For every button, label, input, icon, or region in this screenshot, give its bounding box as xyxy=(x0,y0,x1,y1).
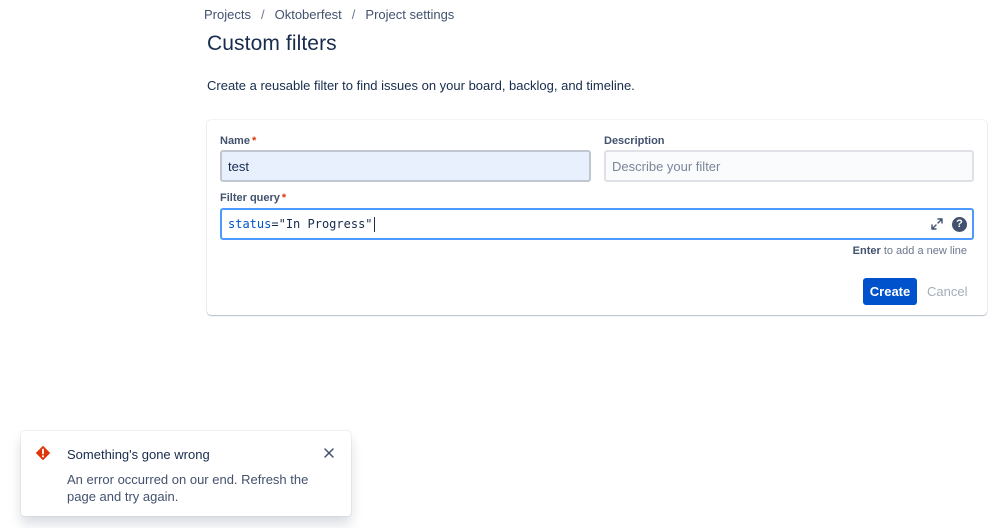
filter-query-label: Filter query * xyxy=(220,192,286,204)
name-label-text: Name xyxy=(220,135,250,147)
page-title: Custom filters xyxy=(207,32,337,55)
filter-query-label-text: Filter query xyxy=(220,192,280,204)
breadcrumb-separator: / xyxy=(351,7,356,22)
name-input-value: test xyxy=(228,158,249,174)
hint-key: Enter xyxy=(852,245,881,257)
required-mark: * xyxy=(281,192,287,204)
cancel-button[interactable]: Cancel xyxy=(921,278,973,305)
description-label: Description xyxy=(604,135,665,147)
error-icon xyxy=(35,445,51,461)
breadcrumb-projects[interactable]: Projects xyxy=(204,7,251,22)
breadcrumb: Projects / Oktoberfest / Project setting… xyxy=(204,7,454,22)
create-button[interactable]: Create xyxy=(863,278,917,305)
flag-title: Something's gone wrong xyxy=(67,447,210,462)
flag-body: An error occurred on our end. Refresh th… xyxy=(67,472,309,504)
name-label: Name * xyxy=(220,135,256,147)
query-keyword: status xyxy=(228,216,272,231)
breadcrumb-project-settings[interactable]: Project settings xyxy=(365,7,454,22)
query-literal: "In Progress" xyxy=(278,216,373,231)
required-mark: * xyxy=(251,135,257,147)
filter-query-value: status="In Progress" xyxy=(228,216,375,232)
filter-query-input[interactable]: status="In Progress" ? xyxy=(220,208,974,240)
description-label-text: Description xyxy=(604,135,665,147)
close-icon[interactable] xyxy=(323,446,335,458)
help-icon[interactable]: ? xyxy=(952,217,967,232)
error-flag: Something's gone wrong An error occurred… xyxy=(21,431,351,516)
expand-arrows-icon[interactable] xyxy=(930,217,944,231)
newline-hint: Enter to add a new line xyxy=(853,245,967,257)
hint-text: to add a new line xyxy=(883,245,967,257)
filter-form-card: Name * test Description Describe your fil… xyxy=(207,120,987,315)
description-input[interactable]: Describe your filter xyxy=(604,150,974,182)
page-description: Create a reusable filter to find issues … xyxy=(207,78,635,93)
description-placeholder: Describe your filter xyxy=(612,158,721,174)
breadcrumb-separator: / xyxy=(260,7,265,22)
query-operator: = xyxy=(271,216,279,231)
breadcrumb-project[interactable]: Oktoberfest xyxy=(275,7,342,22)
text-caret xyxy=(373,216,375,232)
name-input[interactable]: test xyxy=(220,150,591,182)
